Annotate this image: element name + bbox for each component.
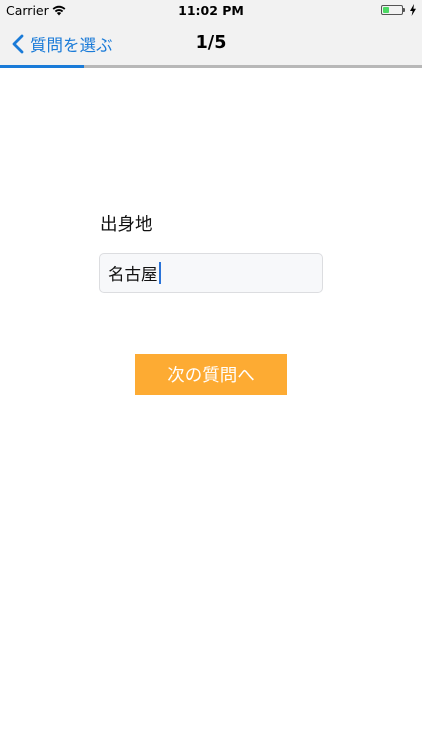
next-question-button[interactable]: 次の質問へ — [135, 354, 287, 395]
answer-input[interactable]: 名古屋 — [99, 253, 323, 293]
text-caret — [158, 262, 161, 284]
question-label: 出身地 — [100, 215, 153, 235]
page-title: 1/5 — [195, 33, 227, 53]
status-bar: Carrier 11:02 PM — [0, 0, 422, 22]
battery-level — [383, 7, 389, 13]
charging-bolt-icon — [410, 4, 416, 16]
progress-bar — [0, 65, 422, 68]
answer-input-value: 名古屋 — [108, 265, 158, 284]
battery-nub — [403, 8, 405, 12]
battery-icon — [381, 5, 403, 15]
clock-label: 11:02 PM — [178, 3, 244, 18]
navigation-bar: 質問を選ぶ 1/5 — [0, 22, 422, 66]
progress-bar-fill — [0, 65, 85, 68]
screen: Carrier 11:02 PM 質問を選ぶ 1/5 出身地 名古屋 次の質問へ — [0, 0, 422, 750]
